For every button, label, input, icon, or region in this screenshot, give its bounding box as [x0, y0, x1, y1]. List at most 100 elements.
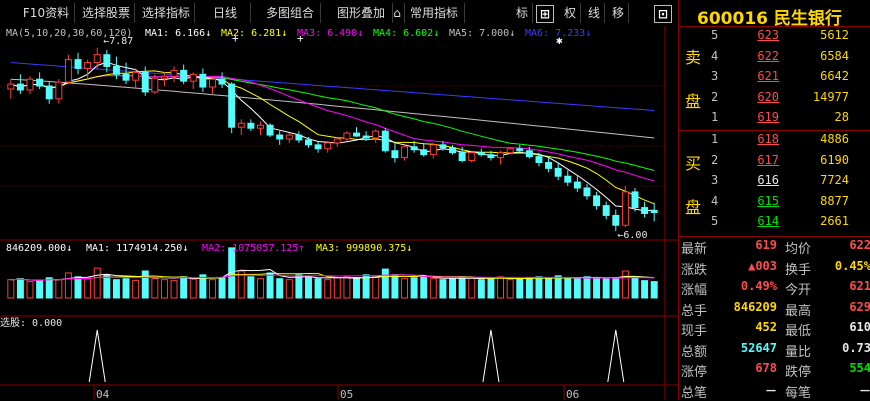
volume-bar — [64, 272, 72, 299]
volume-bar — [74, 276, 82, 299]
stat-label: 跌停 — [785, 365, 812, 380]
buy-volume: 7724 — [820, 173, 849, 187]
buy-side-label-1: 买 — [685, 154, 702, 173]
candle-body — [324, 142, 332, 150]
volume-bar — [641, 280, 649, 299]
volume-bar — [429, 278, 437, 299]
volume-bar — [324, 279, 332, 299]
volume-bar — [285, 279, 293, 299]
stat-label: 今开 — [785, 283, 812, 298]
buy-volume: 6190 — [820, 152, 849, 167]
candle-body — [621, 191, 629, 226]
toolbar: F10资料 选择股票 选择指标 日线 多图组合 图形叠加 常用指标 ⌂ 标 ⊞ 权线移 ⊡ — [0, 0, 678, 26]
ma-legend-1: MA1: 6.166↓ — [145, 28, 211, 39]
stat-label: 总笔 — [681, 385, 708, 401]
sell-side-label-2: 盘 — [685, 92, 702, 111]
sell-price: 622 — [757, 48, 779, 63]
kline-chart[interactable]: ←7.87←6.00+ + ✱MA(5,10,20,30,60,120) MA1: 6… — [0, 26, 678, 400]
candle-body — [103, 54, 111, 67]
toolbar-tool-4[interactable]: 移 — [608, 3, 629, 23]
candle-body — [199, 73, 207, 88]
toolbar-tool-5[interactable]: ⊡ — [654, 5, 672, 23]
ma-legend-2: MA2: 6.281↓ — [221, 28, 287, 39]
volume-bar — [132, 280, 140, 299]
buy-level: 1 — [711, 132, 719, 146]
sell-price: 621 — [757, 69, 779, 83]
stat-value: － — [764, 383, 777, 398]
toolbar-btn-1[interactable]: 选择股票 — [78, 3, 135, 23]
toolbar-btn-3[interactable]: 日线 — [200, 3, 251, 23]
volume-bar — [391, 274, 399, 299]
stat-value: 619 — [755, 238, 777, 252]
candle-body — [641, 207, 649, 214]
candle-body — [468, 152, 476, 162]
candle-body — [84, 62, 92, 69]
buy-volume: 2661 — [820, 214, 849, 228]
candle-body — [132, 71, 140, 81]
ma5-line — [10, 78, 655, 139]
vol-legend-0: 846209.000↓ — [6, 243, 72, 254]
candle-body — [64, 59, 72, 83]
lock-icon[interactable]: ⌂ — [390, 3, 405, 23]
volume-bar — [602, 278, 610, 299]
candle-body — [305, 139, 312, 146]
panel-divider-2 — [679, 236, 870, 237]
volume-bar — [497, 276, 505, 299]
buy-level: 2 — [711, 152, 719, 167]
toolbar-btn-0[interactable]: F10资料 — [18, 3, 75, 23]
candle-body — [16, 83, 24, 91]
volume-bar — [506, 279, 514, 299]
stat-label: 涨停 — [681, 365, 708, 380]
stat-value: 0.49% — [740, 279, 777, 293]
volume-bar — [516, 278, 524, 299]
volume-bar — [122, 278, 130, 299]
stat-label: 量比 — [785, 344, 812, 360]
stat-value: 678 — [755, 361, 777, 375]
toolbar-btn-2[interactable]: 选择指标 — [138, 3, 195, 23]
candle-body — [218, 78, 226, 85]
volume-bar — [257, 278, 264, 299]
volume-bar — [151, 278, 159, 299]
volume-bar — [343, 276, 351, 299]
toolbar-tool-1[interactable]: ⊞ — [536, 5, 554, 23]
panel-divider-0 — [679, 26, 870, 27]
ma-legend-6: MA6: 7.233↓ — [525, 28, 591, 39]
select-spike-1 — [482, 329, 500, 383]
candle-body — [160, 75, 168, 79]
toolbar-tool-3[interactable]: 线 — [584, 3, 605, 23]
candle-body — [593, 195, 601, 207]
ma-label: MA(5,10,20,30,60,120) — [6, 28, 132, 39]
toolbar-btn-4[interactable]: 多图组合 — [260, 3, 321, 23]
toolbar-btn-5[interactable]: 图形叠加 — [330, 3, 393, 23]
candle-body — [45, 85, 53, 100]
sell-volume: 5612 — [820, 28, 849, 42]
toolbar-btn-6[interactable]: 常用指标 — [404, 3, 465, 23]
volume-bar — [573, 278, 581, 299]
volume-bar — [247, 276, 255, 299]
volume-bar — [305, 276, 312, 299]
stat-value: 452 — [755, 320, 777, 334]
buy-price: 614 — [757, 214, 779, 228]
volume-bar — [103, 274, 111, 299]
candle-body — [554, 167, 562, 177]
candle-body — [439, 144, 447, 149]
volume-bar — [295, 274, 303, 299]
volume-bar — [208, 279, 216, 299]
candle-body — [535, 156, 543, 163]
candle-body — [276, 134, 284, 140]
toolbar-tool-2[interactable]: 权 — [560, 3, 581, 23]
volume-bar — [420, 276, 428, 299]
stat-label: 均价 — [785, 242, 812, 257]
stat-label: 涨跌 — [681, 262, 708, 278]
candle-body — [189, 73, 197, 82]
candle-body — [122, 73, 130, 81]
ma4-line — [10, 74, 655, 171]
candle-body — [583, 187, 591, 197]
stat-label: 总手 — [681, 303, 708, 319]
buy-price: 617 — [757, 152, 779, 167]
x-label-2: 06 — [566, 388, 579, 400]
toolbar-tool-0[interactable]: 标 — [512, 3, 533, 23]
volume-bar — [353, 278, 360, 299]
quote-panel: 600016 民生银行 卖盘买盘 5 623 5612 4 622 6584 3 621 6642… — [678, 0, 870, 401]
candle-body — [333, 138, 341, 144]
